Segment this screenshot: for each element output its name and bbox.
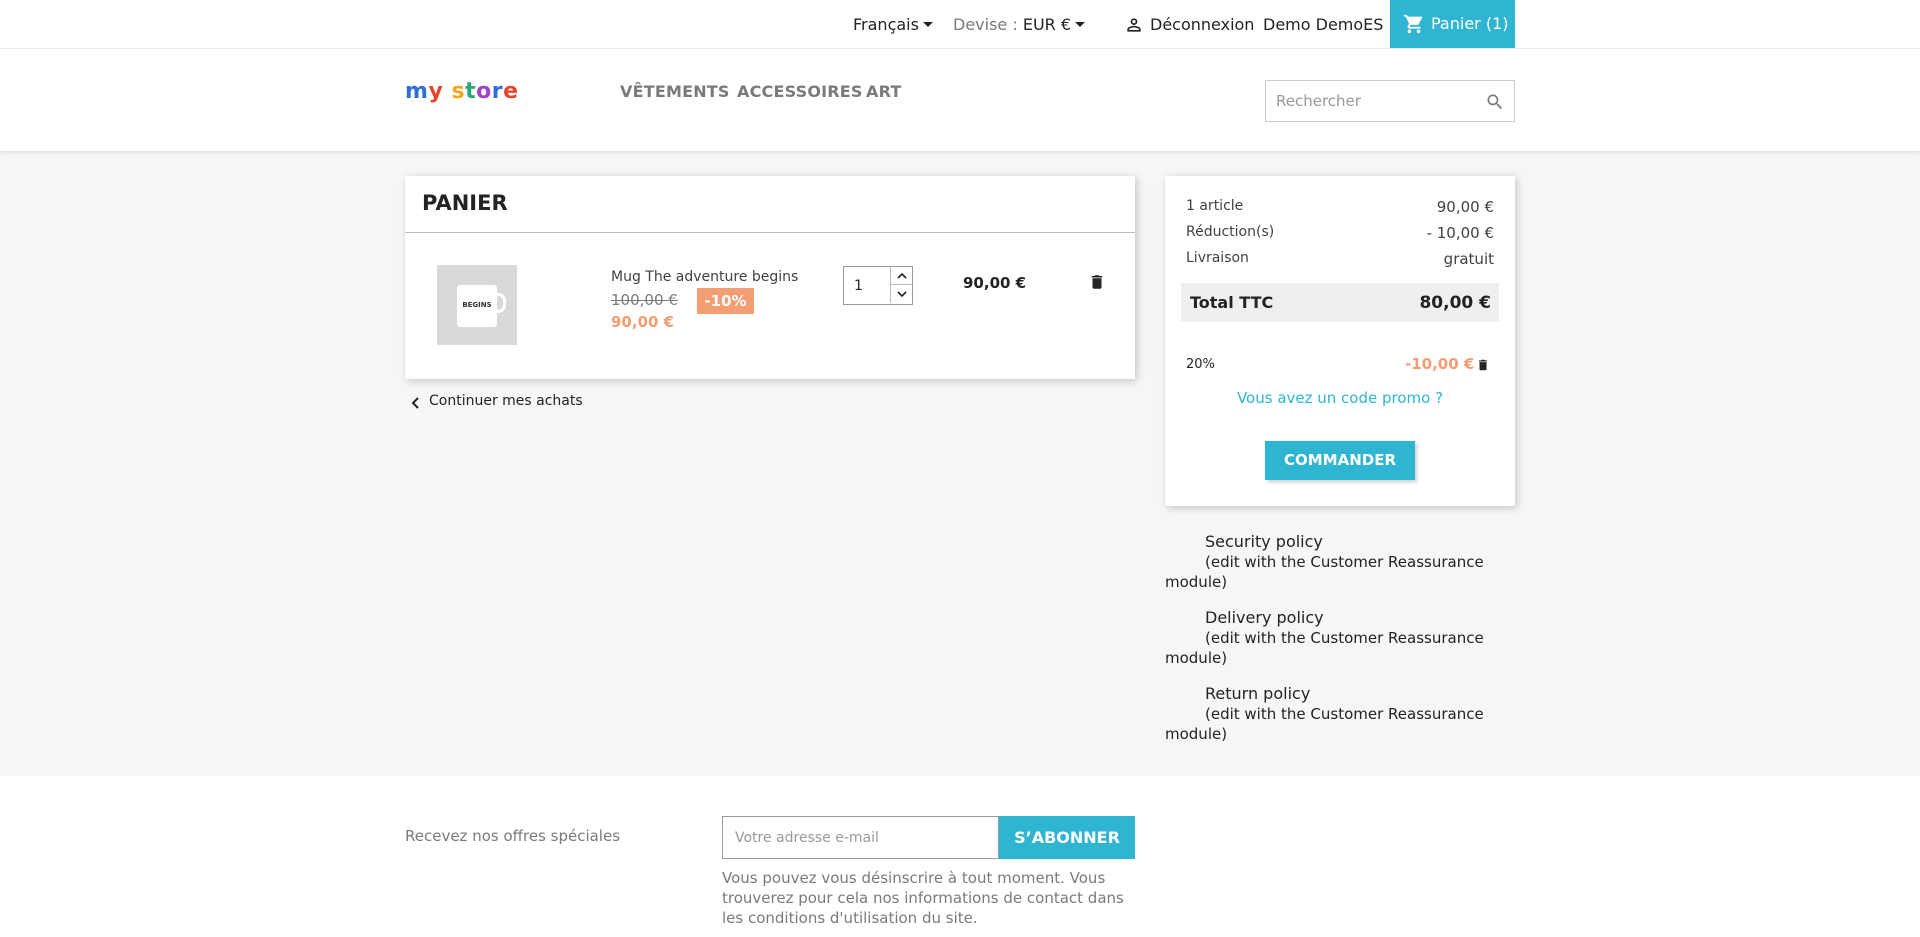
- summary-value: 90,00 €: [1436, 198, 1494, 216]
- trash-icon: [1091, 275, 1103, 289]
- mug-image-text: BEGINS: [462, 301, 492, 309]
- cart-title: PANIER: [422, 191, 508, 215]
- search-icon[interactable]: [1485, 92, 1505, 112]
- chevron-left-icon: [411, 397, 419, 409]
- total-value: 80,00 €: [1419, 293, 1491, 313]
- summary-row-items: 1 article 90,00 €: [1186, 198, 1494, 216]
- chevron-up-icon: [896, 272, 907, 279]
- caret-down-icon: [922, 22, 933, 27]
- logout-link[interactable]: Déconnexion: [1124, 0, 1254, 49]
- top-nav-bar: Français Devise : EUR € Déconnexion Demo…: [0, 0, 1920, 49]
- newsletter-section: Recevez nos offres spéciales S’ABONNER V…: [0, 776, 1920, 937]
- menu-item-clothes[interactable]: VÊTEMENTS: [620, 82, 730, 101]
- quantity-input[interactable]: [844, 267, 890, 304]
- total-row: Total TTC 80,00 €: [1181, 283, 1499, 322]
- caret-down-icon: [1075, 22, 1086, 27]
- newsletter-email-field: [722, 816, 999, 859]
- subscribe-button[interactable]: S’ABONNER: [999, 816, 1135, 859]
- store-logo[interactable]: my store: [405, 79, 519, 104]
- product-thumbnail[interactable]: BEGINS: [437, 265, 517, 345]
- total-label: Total TTC: [1190, 293, 1274, 312]
- user-icon: [1127, 18, 1141, 32]
- menu-item-art[interactable]: ART: [866, 82, 902, 101]
- voucher-value: -10,00 €: [1405, 355, 1475, 373]
- discount-badge: -10%: [697, 288, 754, 314]
- newsletter-note: Vous pouvez vous désinscrire à tout mome…: [722, 869, 1124, 927]
- regular-price: 100,00 €: [611, 291, 678, 309]
- mug-handle: [494, 293, 506, 313]
- product-name-link[interactable]: Mug The adventure begins: [611, 269, 798, 285]
- newsletter-title: Recevez nos offres spéciales: [405, 827, 621, 845]
- reassurance-desc-line: module): [1165, 573, 1228, 591]
- search-input[interactable]: [1266, 81, 1476, 121]
- reassurance-description: (edit with the Customer Reassurance modu…: [1165, 704, 1515, 744]
- reassurance-block: Security policy (edit with the Customer …: [1165, 532, 1515, 592]
- account-link[interactable]: Demo DemoES: [1263, 0, 1383, 49]
- currency-value: EUR €: [1022, 15, 1072, 34]
- summary-label: Réduction(s): [1186, 224, 1275, 240]
- continue-shopping-label: Continuer mes achats: [429, 393, 583, 409]
- currency-selector[interactable]: Devise : EUR €: [953, 0, 1086, 49]
- reassurance-desc-line: (edit with the Customer Reassurance: [1205, 629, 1484, 647]
- reassurance-title: Return policy: [1205, 684, 1311, 703]
- product-price: 90,00 €: [611, 313, 675, 331]
- currency-label: Devise :: [953, 15, 1018, 34]
- quantity-decrease-button[interactable]: [890, 285, 912, 303]
- reassurance-desc-line: module): [1165, 725, 1228, 743]
- shopping-cart-icon: [1403, 14, 1423, 34]
- menu-item-accessories[interactable]: ACCESSOIRES: [737, 82, 863, 101]
- summary-row-discounts: Réduction(s) - 10,00 €: [1186, 224, 1494, 242]
- reassurance-block: Delivery policy (edit with the Customer …: [1165, 608, 1515, 668]
- promo-code-link[interactable]: Vous avez un code promo ?: [1165, 389, 1515, 407]
- summary-value: - 10,00 €: [1426, 224, 1494, 242]
- cart-label: Panier (1): [1431, 14, 1509, 33]
- reassurance-description: (edit with the Customer Reassurance modu…: [1165, 628, 1515, 668]
- line-total: 90,00 €: [963, 274, 1027, 292]
- language-selector[interactable]: Français: [853, 0, 933, 49]
- language-label: Français: [853, 15, 919, 34]
- remove-voucher-button[interactable]: [1476, 357, 1490, 377]
- logout-label: Déconnexion: [1150, 15, 1255, 34]
- newsletter-email-input[interactable]: [723, 817, 998, 858]
- summary-row-shipping: Livraison gratuit: [1186, 250, 1494, 268]
- remove-item-button[interactable]: [1088, 272, 1106, 296]
- checkout-button[interactable]: COMMANDER: [1265, 441, 1415, 480]
- voucher-name: 20%: [1186, 357, 1215, 372]
- reassurance-desc-line: (edit with the Customer Reassurance: [1205, 705, 1484, 723]
- reassurance-title: Security policy: [1205, 532, 1323, 551]
- reassurance-description: (edit with the Customer Reassurance modu…: [1165, 552, 1515, 592]
- search-box: [1265, 80, 1515, 122]
- reassurance-title: Delivery policy: [1205, 608, 1324, 627]
- continue-shopping-link[interactable]: Continuer mes achats: [410, 393, 583, 409]
- chevron-down-icon: [896, 291, 907, 298]
- reassurance-block: Return policy (edit with the Customer Re…: [1165, 684, 1515, 744]
- site-header: my store VÊTEMENTS ACCESSOIRES ART: [0, 49, 1920, 151]
- reassurance-desc-line: module): [1165, 649, 1228, 667]
- divider: [405, 232, 1135, 233]
- cart-summary: 1 article 90,00 € Réduction(s) - 10,00 €…: [1165, 176, 1515, 506]
- summary-value: gratuit: [1443, 250, 1494, 268]
- cart-panel: PANIER BEGINS Mug The adventure begins 1…: [405, 176, 1135, 379]
- summary-label: 1 article: [1186, 198, 1244, 214]
- trash-icon: [1478, 359, 1488, 371]
- reassurance-desc-line: (edit with the Customer Reassurance: [1205, 553, 1484, 571]
- cart-button[interactable]: Panier (1): [1390, 0, 1515, 48]
- quantity-increase-button[interactable]: [890, 267, 912, 285]
- quantity-stepper: [843, 266, 913, 305]
- summary-label: Livraison: [1186, 250, 1249, 266]
